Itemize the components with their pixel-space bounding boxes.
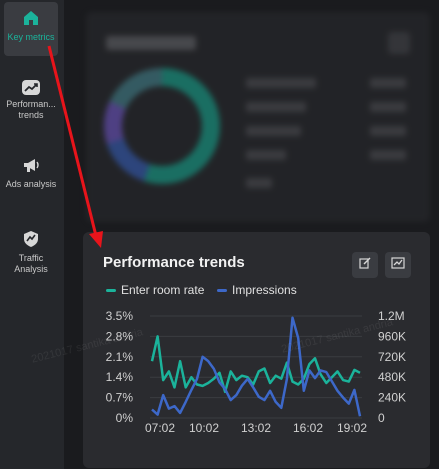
annotation-arrow xyxy=(47,45,103,248)
